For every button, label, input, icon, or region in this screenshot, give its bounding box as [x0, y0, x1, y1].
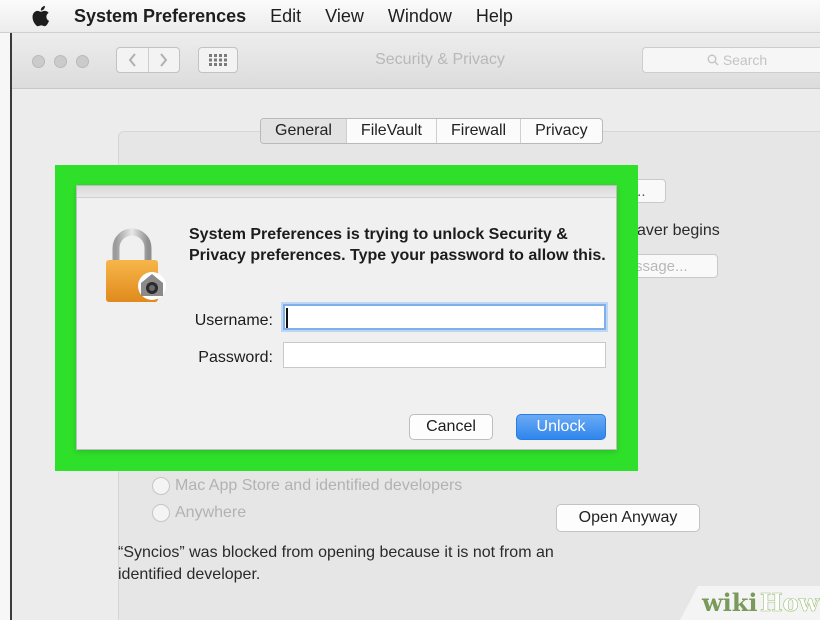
open-anyway-button[interactable]: Open Anyway — [556, 504, 700, 532]
password-label: Password: — [198, 349, 273, 366]
search-placeholder: Search — [722, 52, 768, 68]
show-all-button[interactable] — [198, 47, 238, 73]
tab-bar: General FileVault Firewall Privacy — [260, 118, 603, 144]
menu-window[interactable]: Window — [388, 6, 452, 27]
set-lock-message-button[interactable]: ssage... — [628, 254, 718, 278]
menu-view[interactable]: View — [325, 6, 364, 27]
screen: System Preferences Edit View Window Help — [0, 0, 820, 620]
chevron-left-icon — [128, 53, 136, 67]
close-window-button[interactable] — [32, 55, 45, 68]
username-field[interactable] — [283, 304, 606, 330]
zoom-window-button[interactable] — [76, 55, 89, 68]
navigation-buttons — [116, 47, 180, 73]
minimize-window-button[interactable] — [54, 55, 67, 68]
watermark-how-text: How — [760, 588, 820, 617]
watermark-wiki-text: wiki — [701, 588, 758, 617]
unlock-button[interactable]: Unlock — [516, 414, 606, 440]
blocked-app-message: “Syncios” was blocked from opening becau… — [118, 544, 554, 583]
search-icon — [707, 54, 719, 66]
dialog-message: System Preferences is trying to unlock S… — [189, 226, 606, 264]
screensaver-text: aver begins — [637, 222, 720, 239]
window-title: Security & Privacy — [375, 51, 505, 68]
wikihow-watermark: wiki How — [680, 578, 820, 620]
unlock-dialog: System Preferences is trying to unlock S… — [76, 185, 617, 450]
apple-logo-icon[interactable] — [30, 4, 52, 28]
grid-icon — [209, 54, 227, 66]
radio-anywhere[interactable] — [152, 504, 170, 522]
window-titlebar: Security & Privacy Search — [12, 33, 820, 89]
forward-button[interactable] — [147, 48, 180, 72]
menu-system-preferences[interactable]: System Preferences — [74, 6, 246, 27]
password-field[interactable] — [283, 342, 606, 368]
username-label: Username: — [194, 312, 273, 329]
radio-mac-app-store[interactable] — [152, 477, 170, 495]
tab-privacy[interactable]: Privacy — [520, 119, 601, 143]
cancel-button[interactable]: Cancel — [409, 414, 493, 440]
chevron-right-icon — [160, 53, 168, 67]
padlock-icon — [104, 226, 174, 306]
radio-mac-app-store-label: Mac App Store and identified developers — [175, 477, 463, 494]
dialog-topbar — [77, 186, 616, 198]
back-button[interactable] — [117, 48, 148, 72]
radio-anywhere-label: Anywhere — [175, 504, 247, 521]
menu-help[interactable]: Help — [476, 6, 513, 27]
text-cursor — [286, 308, 288, 328]
menu-bar: System Preferences Edit View Window Help — [0, 0, 820, 33]
tab-general[interactable]: General — [261, 119, 346, 143]
search-field[interactable]: Search — [642, 47, 820, 73]
menu-edit[interactable]: Edit — [270, 6, 301, 27]
tab-filevault[interactable]: FileVault — [345, 119, 436, 143]
tab-firewall[interactable]: Firewall — [435, 119, 520, 143]
